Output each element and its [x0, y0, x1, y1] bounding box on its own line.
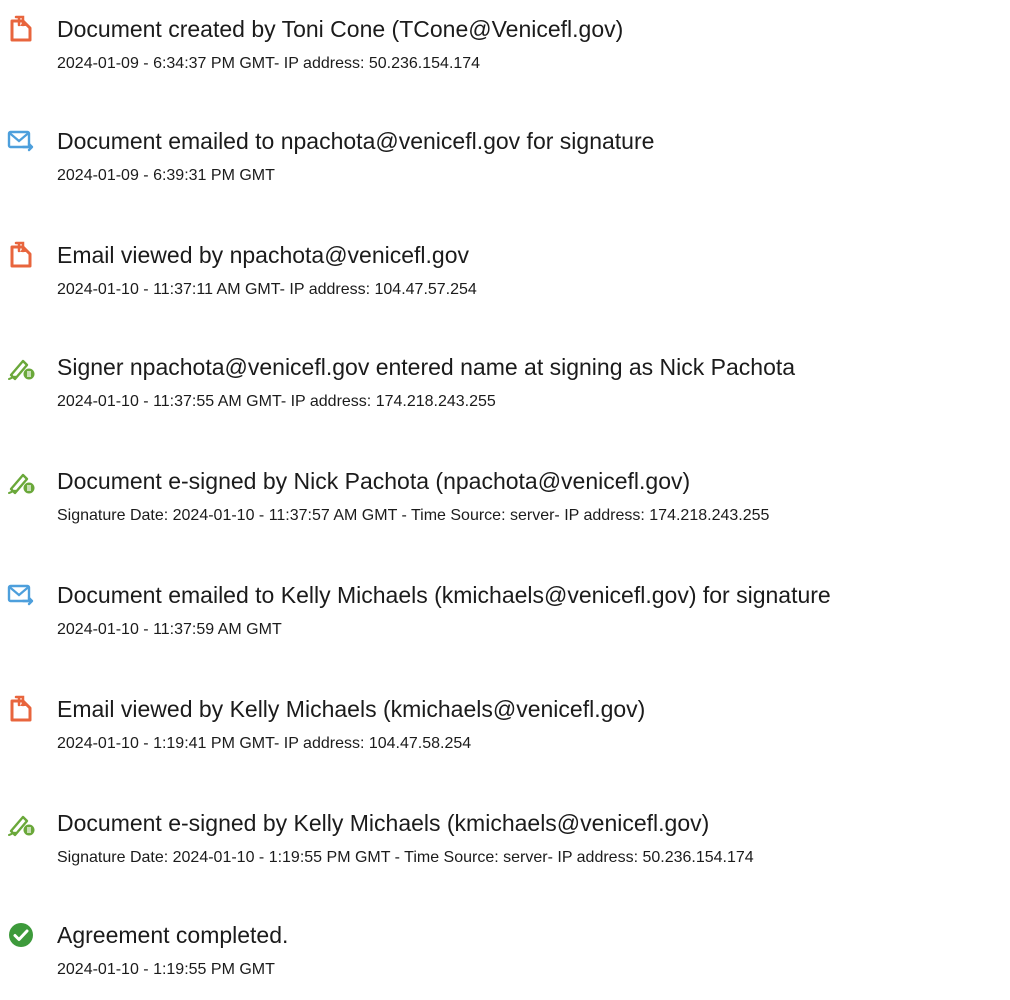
completed-check-icon [7, 921, 35, 949]
e-sign-pen-icon [7, 353, 35, 381]
event-title: Document emailed to npachota@venicefl.go… [57, 128, 655, 154]
email-sent-icon [7, 581, 35, 609]
event-detail: 2024-01-10 - 11:37:11 AM GMT- IP address… [57, 281, 477, 298]
event-detail: Signature Date: 2024-01-10 - 1:19:55 PM … [57, 849, 754, 866]
event-e-signed: Document e-signed by Kelly Michaels (kmi… [0, 808, 1010, 888]
event-title: Document e-signed by Nick Pachota (npach… [57, 468, 691, 494]
event-title: Email viewed by npachota@venicefl.gov [57, 242, 470, 268]
event-title: Document e-signed by Kelly Michaels (kmi… [57, 810, 710, 836]
document-viewed-icon [7, 695, 35, 723]
document-viewed-icon [7, 241, 35, 269]
event-email-viewed: Email viewed by Kelly Michaels (kmichael… [0, 694, 1010, 774]
event-title: Agreement completed. [57, 922, 289, 948]
event-signer-entered-name: Signer npachota@venicefl.gov entered nam… [0, 352, 1010, 432]
event-title: Signer npachota@venicefl.gov entered nam… [57, 354, 796, 380]
event-detail: 2024-01-09 - 6:34:37 PM GMT- IP address:… [57, 55, 481, 72]
event-detail: 2024-01-10 - 11:37:59 AM GMT [57, 621, 282, 638]
event-title: Document created by Toni Cone (TCone@Ven… [57, 16, 624, 42]
e-sign-pen-icon [7, 467, 35, 495]
event-detail: 2024-01-10 - 1:19:41 PM GMT- IP address:… [57, 735, 472, 752]
e-sign-pen-icon [7, 809, 35, 837]
event-email-sent: Document emailed to Kelly Michaels (kmic… [0, 580, 1010, 660]
event-title: Email viewed by Kelly Michaels (kmichael… [57, 696, 646, 722]
event-detail: 2024-01-10 - 11:37:55 AM GMT- IP address… [57, 393, 496, 410]
event-detail: 2024-01-09 - 6:39:31 PM GMT [57, 167, 275, 184]
event-e-signed: Document e-signed by Nick Pachota (npach… [0, 466, 1010, 546]
email-sent-icon [7, 127, 35, 155]
event-document-created: Document created by Toni Cone (TCone@Ven… [0, 14, 1010, 94]
event-detail: Signature Date: 2024-01-10 - 11:37:57 AM… [57, 507, 770, 524]
event-email-sent: Document emailed to npachota@venicefl.go… [0, 126, 1010, 206]
event-agreement-completed: Agreement completed. 2024-01-10 - 1:19:5… [0, 920, 1010, 1000]
event-title: Document emailed to Kelly Michaels (kmic… [57, 582, 831, 608]
document-created-icon [7, 15, 35, 43]
event-email-viewed: Email viewed by npachota@venicefl.gov 20… [0, 240, 1010, 320]
event-detail: 2024-01-10 - 1:19:55 PM GMT [57, 961, 275, 978]
